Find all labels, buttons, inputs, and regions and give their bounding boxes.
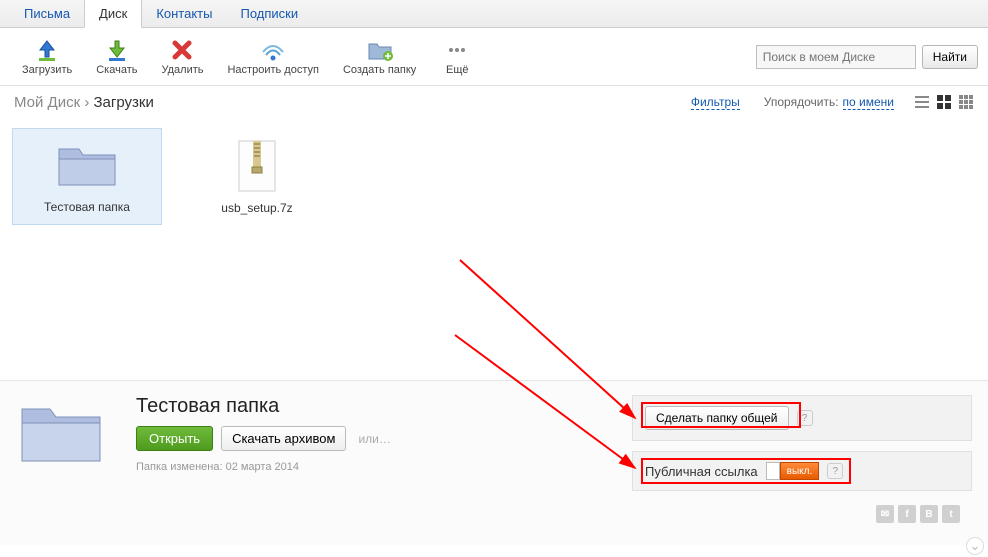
delete-icon [170, 38, 194, 62]
upload-icon [34, 38, 60, 62]
file-grid: Тестовая папка usb_setup.7z [0, 118, 988, 236]
access-label: Настроить доступ [227, 64, 318, 76]
more-label: Ещё [446, 64, 469, 76]
view-tiles-icon[interactable] [958, 94, 974, 110]
toggle-knob [766, 462, 780, 480]
download-button[interactable]: Скачать [84, 38, 149, 76]
wifi-icon [259, 38, 287, 62]
download-archive-button[interactable]: Скачать архивом [221, 426, 346, 451]
file-label: usb_setup.7z [189, 201, 325, 215]
folder-icon [55, 139, 119, 189]
newfolder-label: Создать папку [343, 64, 416, 76]
folder-plus-icon [366, 38, 394, 62]
vk-share-icon[interactable]: B [920, 505, 938, 523]
social-icons: ✉ f B t [632, 501, 972, 523]
newfolder-button[interactable]: Создать папку [331, 38, 428, 76]
public-link-box: Публичная ссылка выкл. ? [632, 451, 972, 491]
breadcrumb: Мой Диск › Загрузки [14, 94, 154, 111]
sort-value[interactable]: по имени [843, 95, 894, 110]
file-label: Тестовая папка [19, 200, 155, 214]
access-button[interactable]: Настроить доступ [215, 38, 330, 76]
breadcrumb-current: Загрузки [94, 94, 154, 111]
upload-button[interactable]: Загрузить [10, 38, 84, 76]
tab-disk[interactable]: Диск [84, 0, 142, 28]
view-list-icon[interactable] [914, 94, 930, 110]
delete-label: Удалить [161, 64, 203, 76]
archive-icon [235, 139, 279, 193]
public-link-toggle[interactable]: выкл. [766, 462, 820, 480]
subbar: Мой Диск › Загрузки Фильтры Упорядочить:… [0, 86, 988, 118]
download-icon [104, 38, 130, 62]
upload-label: Загрузить [22, 64, 72, 76]
details-meta: Папка изменена: 02 марта 2014 [136, 461, 391, 473]
details-folder-icon [16, 395, 116, 531]
dots-icon [445, 38, 469, 62]
public-link-label: Публичная ссылка [645, 464, 758, 479]
search-input[interactable] [756, 45, 916, 69]
share-folder-button[interactable]: Сделать папку общей [645, 406, 789, 430]
mail-share-icon[interactable]: ✉ [876, 505, 894, 523]
file-item-folder[interactable]: Тестовая папка [12, 128, 162, 225]
facebook-share-icon[interactable]: f [898, 505, 916, 523]
tab-contacts[interactable]: Контакты [142, 0, 226, 27]
help-icon[interactable]: ? [827, 463, 843, 479]
more-button[interactable]: Ещё [428, 38, 486, 76]
search-button[interactable]: Найти [922, 45, 978, 69]
download-label: Скачать [96, 64, 137, 76]
breadcrumb-root[interactable]: Мой Диск [14, 94, 80, 111]
filters-link[interactable]: Фильтры [691, 95, 740, 110]
or-text[interactable]: или… [358, 432, 390, 446]
view-grid-icon[interactable] [936, 94, 952, 110]
details-title: Тестовая папка [136, 395, 391, 418]
delete-button[interactable]: Удалить [149, 38, 215, 76]
twitter-share-icon[interactable]: t [942, 505, 960, 523]
toggle-state: выкл. [780, 462, 820, 480]
help-icon[interactable]: ? [797, 410, 813, 426]
tab-mail[interactable]: Письма [10, 0, 84, 27]
toolbar: Загрузить Скачать Удалить Настроить дост… [0, 28, 988, 86]
expand-icon[interactable]: ⌄ [966, 537, 984, 555]
breadcrumb-sep: › [84, 94, 89, 111]
view-switcher [914, 94, 974, 110]
file-item-archive[interactable]: usb_setup.7z [182, 128, 332, 226]
top-tabs: Письма Диск Контакты Подписки [0, 0, 988, 28]
share-box: Сделать папку общей ? [632, 395, 972, 441]
open-button[interactable]: Открыть [136, 426, 213, 451]
tab-subscriptions[interactable]: Подписки [226, 0, 312, 27]
details-panel: Тестовая папка Открыть Скачать архивом и… [0, 380, 988, 545]
sort-label: Упорядочить: [764, 95, 839, 109]
